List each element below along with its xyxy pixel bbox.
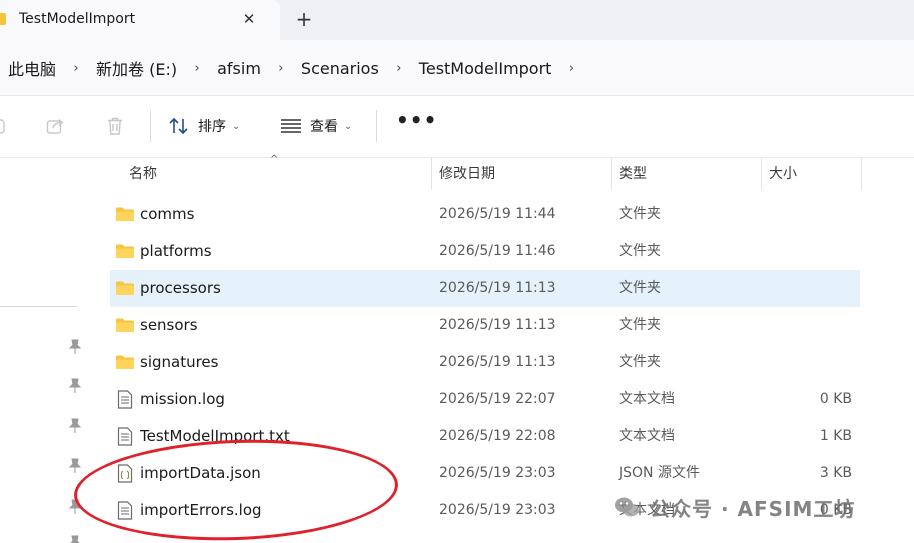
file-date: 2026/5/19 11:13 — [439, 317, 556, 333]
file-type: 文件夹 — [619, 243, 661, 259]
sort-icon — [169, 117, 188, 135]
text-file-icon — [117, 427, 133, 446]
folder-icon — [0, 13, 6, 25]
file-name: sensors — [140, 316, 198, 334]
trash-icon — [108, 117, 122, 135]
breadcrumb-item-afsim[interactable]: afsim — [217, 59, 261, 78]
toolbar-divider — [150, 110, 151, 142]
folder-icon — [116, 281, 134, 295]
tab-testmodelimport[interactable]: TestModelImport ✕ — [0, 0, 280, 40]
file-size — [760, 233, 852, 270]
file-name: processors — [140, 279, 221, 297]
folder-icon — [116, 318, 134, 332]
view-button[interactable]: 查看 ⌄ — [280, 108, 352, 144]
chevron-down-icon: ⌄ — [232, 120, 241, 132]
column-header-type[interactable]: 类型 — [611, 158, 761, 190]
file-name: signatures — [140, 353, 219, 371]
file-type: 文件夹 — [619, 317, 661, 333]
column-header-date[interactable]: 修改日期 — [431, 158, 611, 190]
pin-icon[interactable] — [68, 378, 82, 394]
file-name: platforms — [140, 242, 212, 260]
chevron-right-icon[interactable]: › — [177, 61, 217, 76]
file-size: 3 KB — [819, 465, 852, 481]
command-bar: 排序 ⌄ 查看 ⌄ — [0, 96, 914, 158]
file-type: JSON 源文件 — [619, 465, 700, 481]
folder-icon — [116, 244, 134, 258]
breadcrumb-item-testmodelimport[interactable]: TestModelImport — [419, 59, 552, 78]
chevron-right-icon[interactable]: › — [379, 61, 419, 76]
wechat-icon — [615, 497, 639, 517]
file-date: 2026/5/19 23:03 — [439, 465, 556, 481]
more-options-button[interactable]: ••• — [396, 108, 437, 132]
file-row-mission-log[interactable]: mission.log 2026/5/19 22:07 文本文档 0 KB — [110, 381, 860, 418]
file-size: 1 KB — [819, 428, 852, 444]
copy-button[interactable] — [0, 108, 8, 144]
view-label: 查看 — [310, 119, 338, 135]
address-bar: 此电脑 › 新加卷 (E:) › afsim › Scenarios › Tes… — [0, 40, 914, 96]
file-size — [760, 196, 852, 233]
file-size — [760, 270, 852, 307]
file-size — [760, 344, 852, 381]
file-name: mission.log — [140, 390, 225, 408]
chevron-down-icon: ⌄ — [344, 120, 353, 132]
column-header-size[interactable]: 大小 — [761, 158, 861, 190]
pin-icon[interactable] — [68, 458, 82, 474]
file-date: 2026/5/19 22:07 — [439, 391, 556, 407]
column-header-name[interactable]: 名称 — [121, 158, 431, 190]
file-type: 文本文档 — [619, 391, 675, 407]
delete-button[interactable] — [106, 108, 124, 144]
watermark: 公众号 · AFSIM工坊 — [614, 490, 855, 524]
file-type: 文本文档 — [619, 428, 675, 444]
column-header-row: ^ 名称 修改日期 类型 大小 — [92, 154, 914, 190]
file-row-sensors[interactable]: sensors 2026/5/19 11:13 文件夹 — [110, 307, 860, 344]
folder-icon — [116, 355, 134, 369]
chevron-right-icon[interactable]: › — [261, 61, 301, 76]
file-size — [760, 307, 852, 344]
file-row-processors[interactable]: processors 2026/5/19 11:13 文件夹 — [110, 270, 860, 307]
sort-button[interactable]: 排序 ⌄ — [168, 108, 240, 144]
breadcrumb-item-this-pc[interactable]: 此电脑 — [8, 56, 56, 80]
file-type: 文件夹 — [619, 354, 661, 370]
share-icon — [46, 118, 64, 134]
share-button[interactable] — [46, 108, 66, 144]
pin-icon[interactable] — [68, 339, 82, 355]
file-size: 0 KB — [819, 391, 852, 407]
file-date: 2026/5/19 11:44 — [439, 206, 556, 222]
new-tab-button[interactable]: + — [291, 6, 317, 32]
tab-title: TestModelImport — [19, 11, 136, 27]
chevron-right-icon[interactable]: › — [56, 61, 96, 76]
chevron-right-icon[interactable]: › — [551, 61, 591, 76]
column-divider[interactable] — [861, 158, 862, 190]
close-tab-button[interactable]: ✕ — [236, 6, 262, 32]
file-date: 2026/5/19 23:03 — [439, 502, 556, 518]
view-list-icon — [281, 119, 301, 133]
breadcrumb: 此电脑 › 新加卷 (E:) › afsim › Scenarios › Tes… — [8, 56, 591, 80]
file-row-platforms[interactable]: platforms 2026/5/19 11:46 文件夹 — [110, 233, 860, 270]
text-file-icon — [117, 390, 133, 409]
file-row-comms[interactable]: comms 2026/5/19 11:44 文件夹 — [110, 196, 860, 233]
tab-strip: TestModelImport ✕ + — [0, 0, 914, 40]
toolbar-divider — [376, 110, 377, 142]
file-date: 2026/5/19 11:46 — [439, 243, 556, 259]
file-date: 2026/5/19 22:08 — [439, 428, 556, 444]
pin-icon[interactable] — [68, 535, 82, 543]
file-row-signatures[interactable]: signatures 2026/5/19 11:13 文件夹 — [110, 344, 860, 381]
nav-pane-divider — [0, 306, 77, 307]
folder-icon — [116, 207, 134, 221]
breadcrumb-item-scenarios[interactable]: Scenarios — [301, 59, 379, 78]
file-date: 2026/5/19 11:13 — [439, 354, 556, 370]
watermark-text: 公众号 · AFSIM工坊 — [650, 496, 856, 521]
sort-label: 排序 — [198, 119, 226, 135]
file-type: 文件夹 — [619, 206, 661, 222]
pin-icon[interactable] — [68, 418, 82, 434]
file-date: 2026/5/19 11:13 — [439, 280, 556, 296]
breadcrumb-item-drive-e[interactable]: 新加卷 (E:) — [96, 56, 177, 80]
copy-icon — [0, 119, 5, 134]
file-type: 文件夹 — [619, 280, 661, 296]
file-name: comms — [140, 205, 195, 223]
